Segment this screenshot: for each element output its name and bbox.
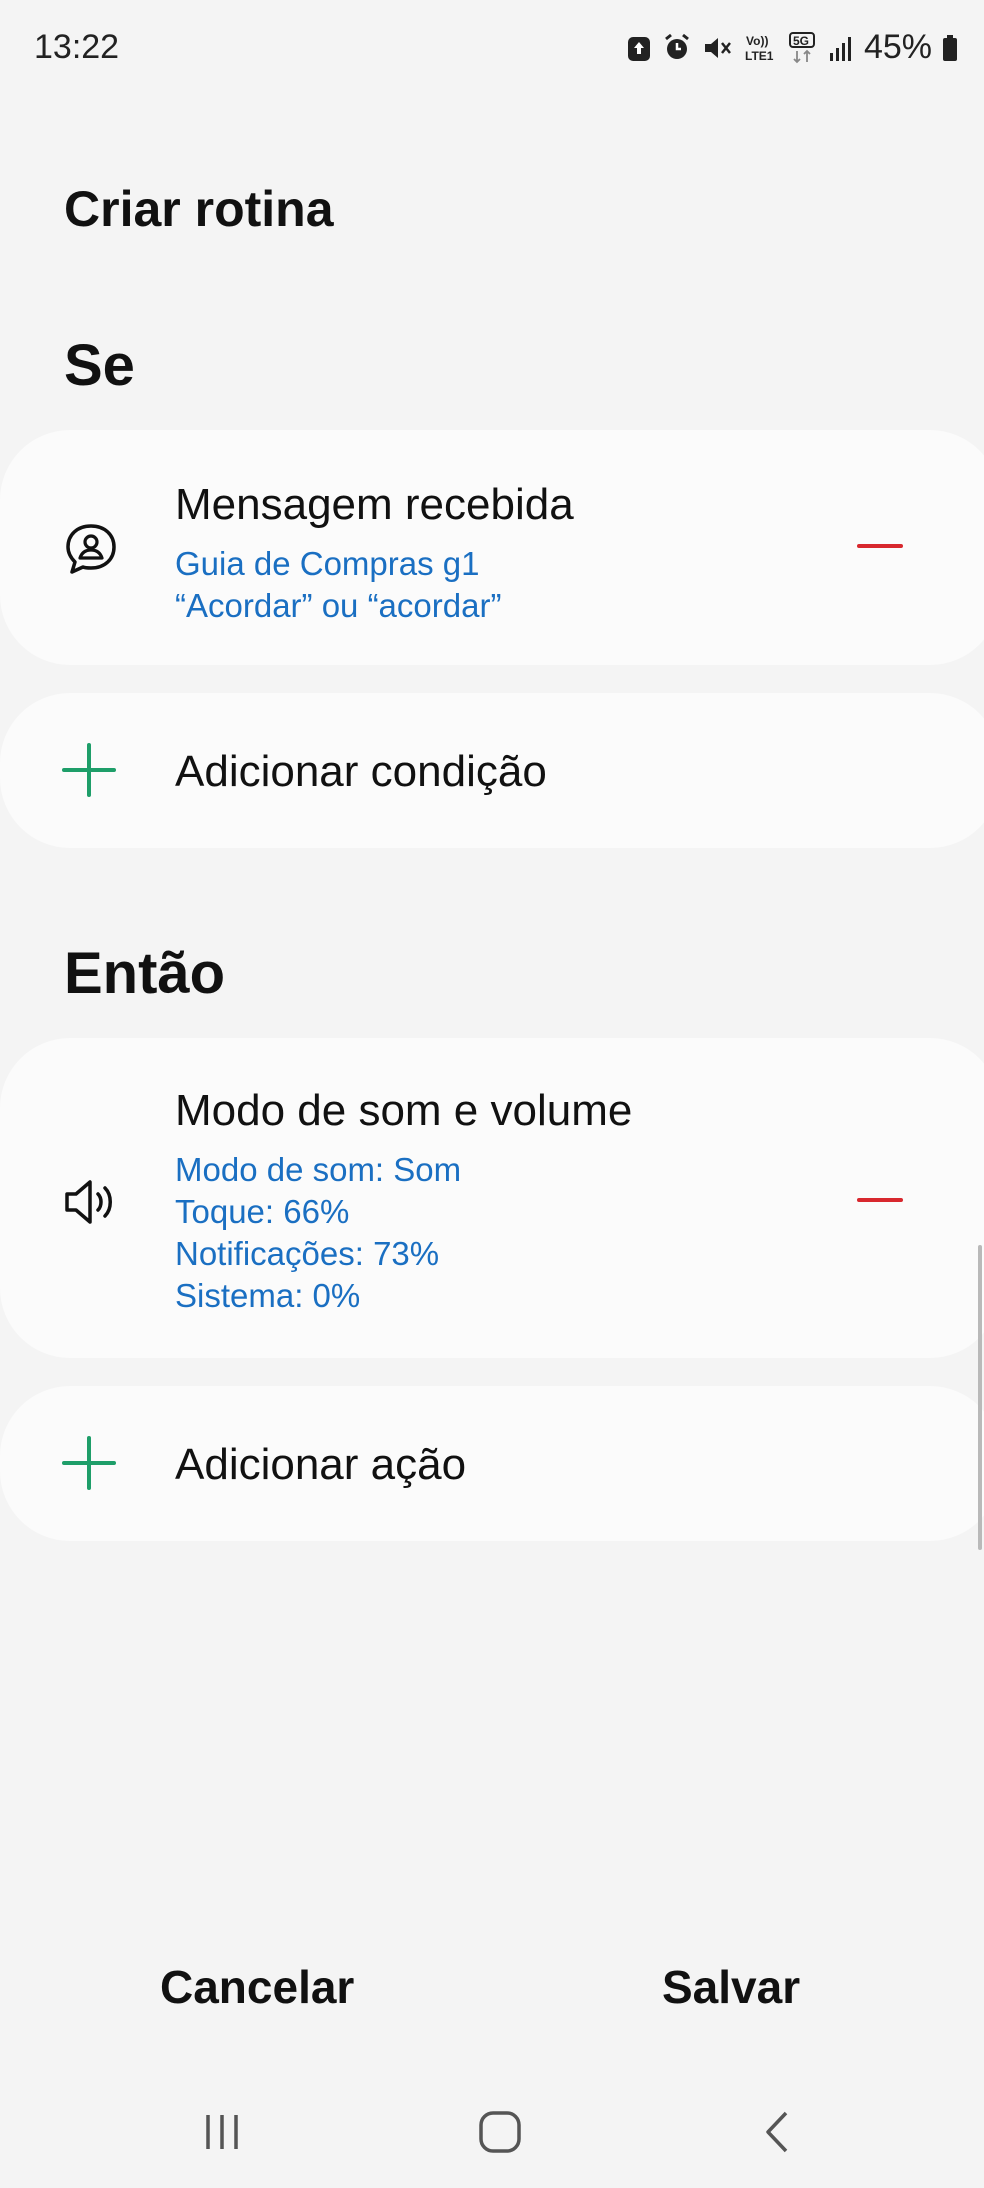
add-condition-label: Adicionar condição — [175, 747, 547, 796]
upload-icon — [626, 33, 652, 63]
back-button[interactable] — [743, 2102, 813, 2162]
scrollbar[interactable] — [978, 1245, 982, 1550]
5g-icon: 5G — [788, 31, 818, 64]
if-section-title: Se — [64, 333, 135, 398]
battery-icon — [942, 33, 958, 63]
status-time: 13:22 — [34, 28, 120, 66]
recents-button[interactable] — [187, 2102, 257, 2162]
signal-icon — [828, 33, 854, 63]
mute-icon — [702, 33, 734, 63]
home-icon — [479, 2111, 521, 2153]
remove-condition-button[interactable] — [850, 526, 910, 566]
then-section-title: Então — [64, 941, 226, 1006]
minus-icon — [857, 1198, 903, 1202]
speaker-icon — [62, 1173, 120, 1231]
plus-icon — [62, 1436, 116, 1490]
remove-action-button[interactable] — [850, 1180, 910, 1220]
home-button[interactable] — [465, 2102, 535, 2162]
condition-title: Mensagem recebida — [175, 480, 574, 529]
routine-screen: 13:22 Vo)) LTE1 5G 45% Criar rotina Se M… — [0, 0, 984, 2188]
action-detail-sound-mode: Modo de som: Som — [175, 1151, 462, 1188]
minus-icon — [857, 544, 903, 548]
volte-icon: Vo)) LTE1 — [744, 32, 778, 64]
action-detail-system: Sistema: 0% — [175, 1277, 361, 1314]
svg-text:5G: 5G — [793, 34, 809, 48]
status-icons: Vo)) LTE1 5G 45% — [626, 28, 958, 67]
battery-percent: 45% — [863, 28, 932, 66]
condition-card[interactable]: Mensagem recebida Guia de Compras g1 “Ac… — [0, 430, 984, 665]
navigation-bar — [0, 2080, 984, 2188]
action-card[interactable]: Modo de som e volume Modo de som: Som To… — [0, 1038, 984, 1358]
back-icon — [766, 2111, 788, 2153]
status-bar: 13:22 Vo)) LTE1 5G 45% — [0, 0, 984, 100]
add-action-label: Adicionar ação — [175, 1440, 467, 1489]
add-condition-button[interactable]: Adicionar condição — [0, 693, 984, 848]
cancel-button[interactable]: Cancelar — [160, 1960, 354, 2014]
action-detail-notifications: Notificações: 73% — [175, 1235, 440, 1272]
plus-icon — [62, 743, 116, 797]
page-title: Criar rotina — [64, 181, 334, 237]
svg-text:Vo)): Vo)) — [746, 34, 768, 48]
condition-detail-contact: Guia de Compras g1 — [175, 545, 480, 582]
save-button[interactable]: Salvar — [662, 1960, 800, 2014]
action-detail-ringtone: Toque: 66% — [175, 1193, 350, 1230]
message-person-icon — [62, 520, 120, 578]
alarm-icon — [662, 33, 692, 63]
recents-icon — [206, 2115, 238, 2149]
svg-text:LTE1: LTE1 — [745, 49, 774, 63]
add-action-button[interactable]: Adicionar ação — [0, 1386, 984, 1541]
condition-detail-keywords: “Acordar” ou “acordar” — [175, 587, 502, 624]
action-title: Modo de som e volume — [175, 1086, 633, 1135]
